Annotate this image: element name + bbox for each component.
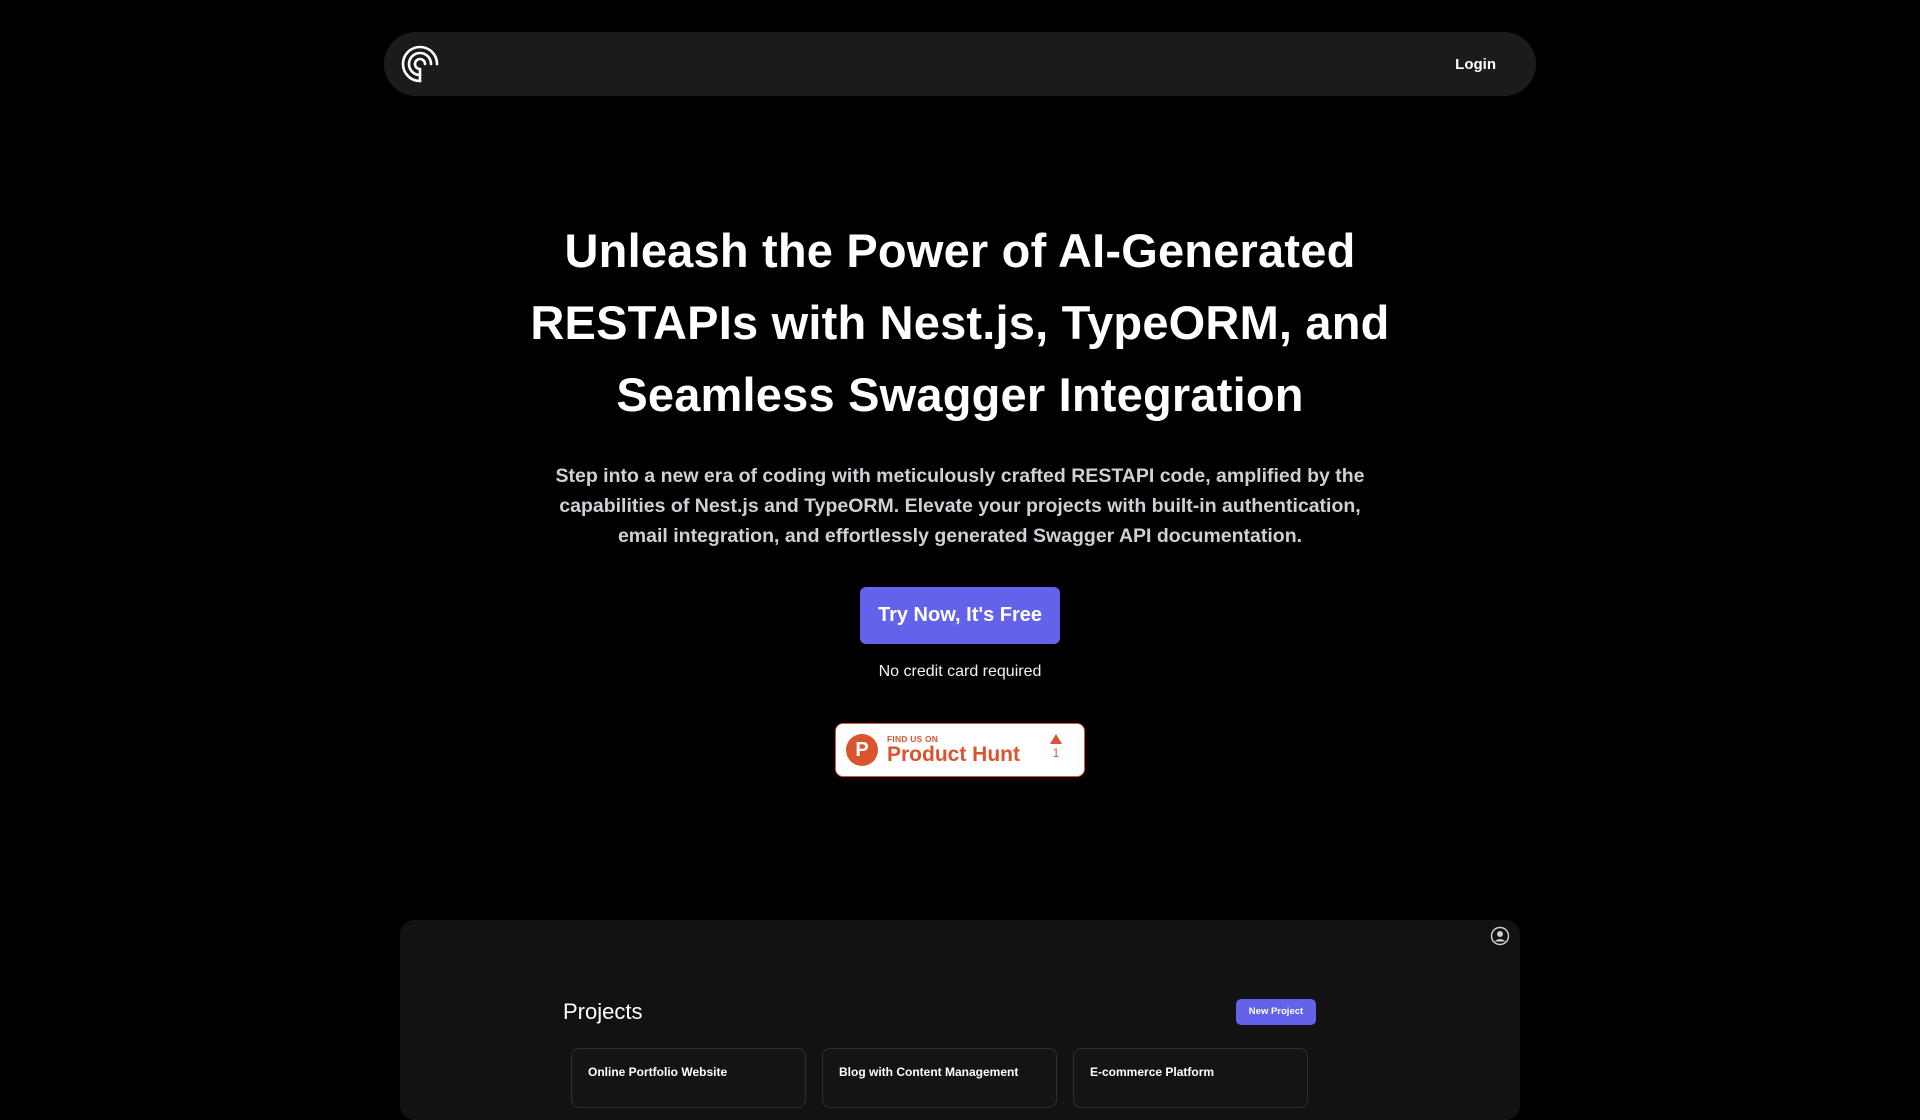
hero-section: Unleash the Power of AI-Generated RESTAP… [0,215,1920,681]
upvote-arrow-icon [1050,734,1062,744]
app-preview-panel: Projects New Project Online Portfolio We… [400,920,1520,1120]
logo-icon[interactable] [400,44,440,84]
login-button[interactable]: Login [1455,56,1496,73]
top-navbar: Login [384,32,1536,96]
product-hunt-badge[interactable]: P FIND US ON Product Hunt 1 [835,723,1085,777]
project-card[interactable]: E-commerce Platform [1073,1048,1308,1108]
project-card[interactable]: Online Portfolio Website [571,1048,806,1108]
try-now-button[interactable]: Try Now, It's Free [860,587,1060,644]
project-card-title: E-commerce Platform [1090,1065,1215,1079]
vote-count: 1 [1052,746,1060,760]
product-hunt-text: FIND US ON Product Hunt [887,734,1020,766]
projects-heading: Projects [563,999,643,1024]
project-card-title: Online Portfolio Website [588,1065,728,1079]
product-hunt-logo-icon: P [846,734,878,766]
project-card-title: Blog with Content Management [839,1065,1019,1079]
project-card[interactable]: Blog with Content Management [822,1048,1057,1108]
product-hunt-votes: 1 [1050,734,1062,760]
user-account-icon[interactable] [1490,926,1510,946]
hero-subtitle: Step into a new era of coding with metic… [555,465,1365,547]
no-credit-card-note: No credit card required [878,663,1042,680]
new-project-button[interactable]: New Project [1236,999,1316,1025]
product-hunt-name: Product Hunt [887,743,1020,766]
hero-title: Unleash the Power of AI-Generated RESTAP… [530,224,1390,421]
